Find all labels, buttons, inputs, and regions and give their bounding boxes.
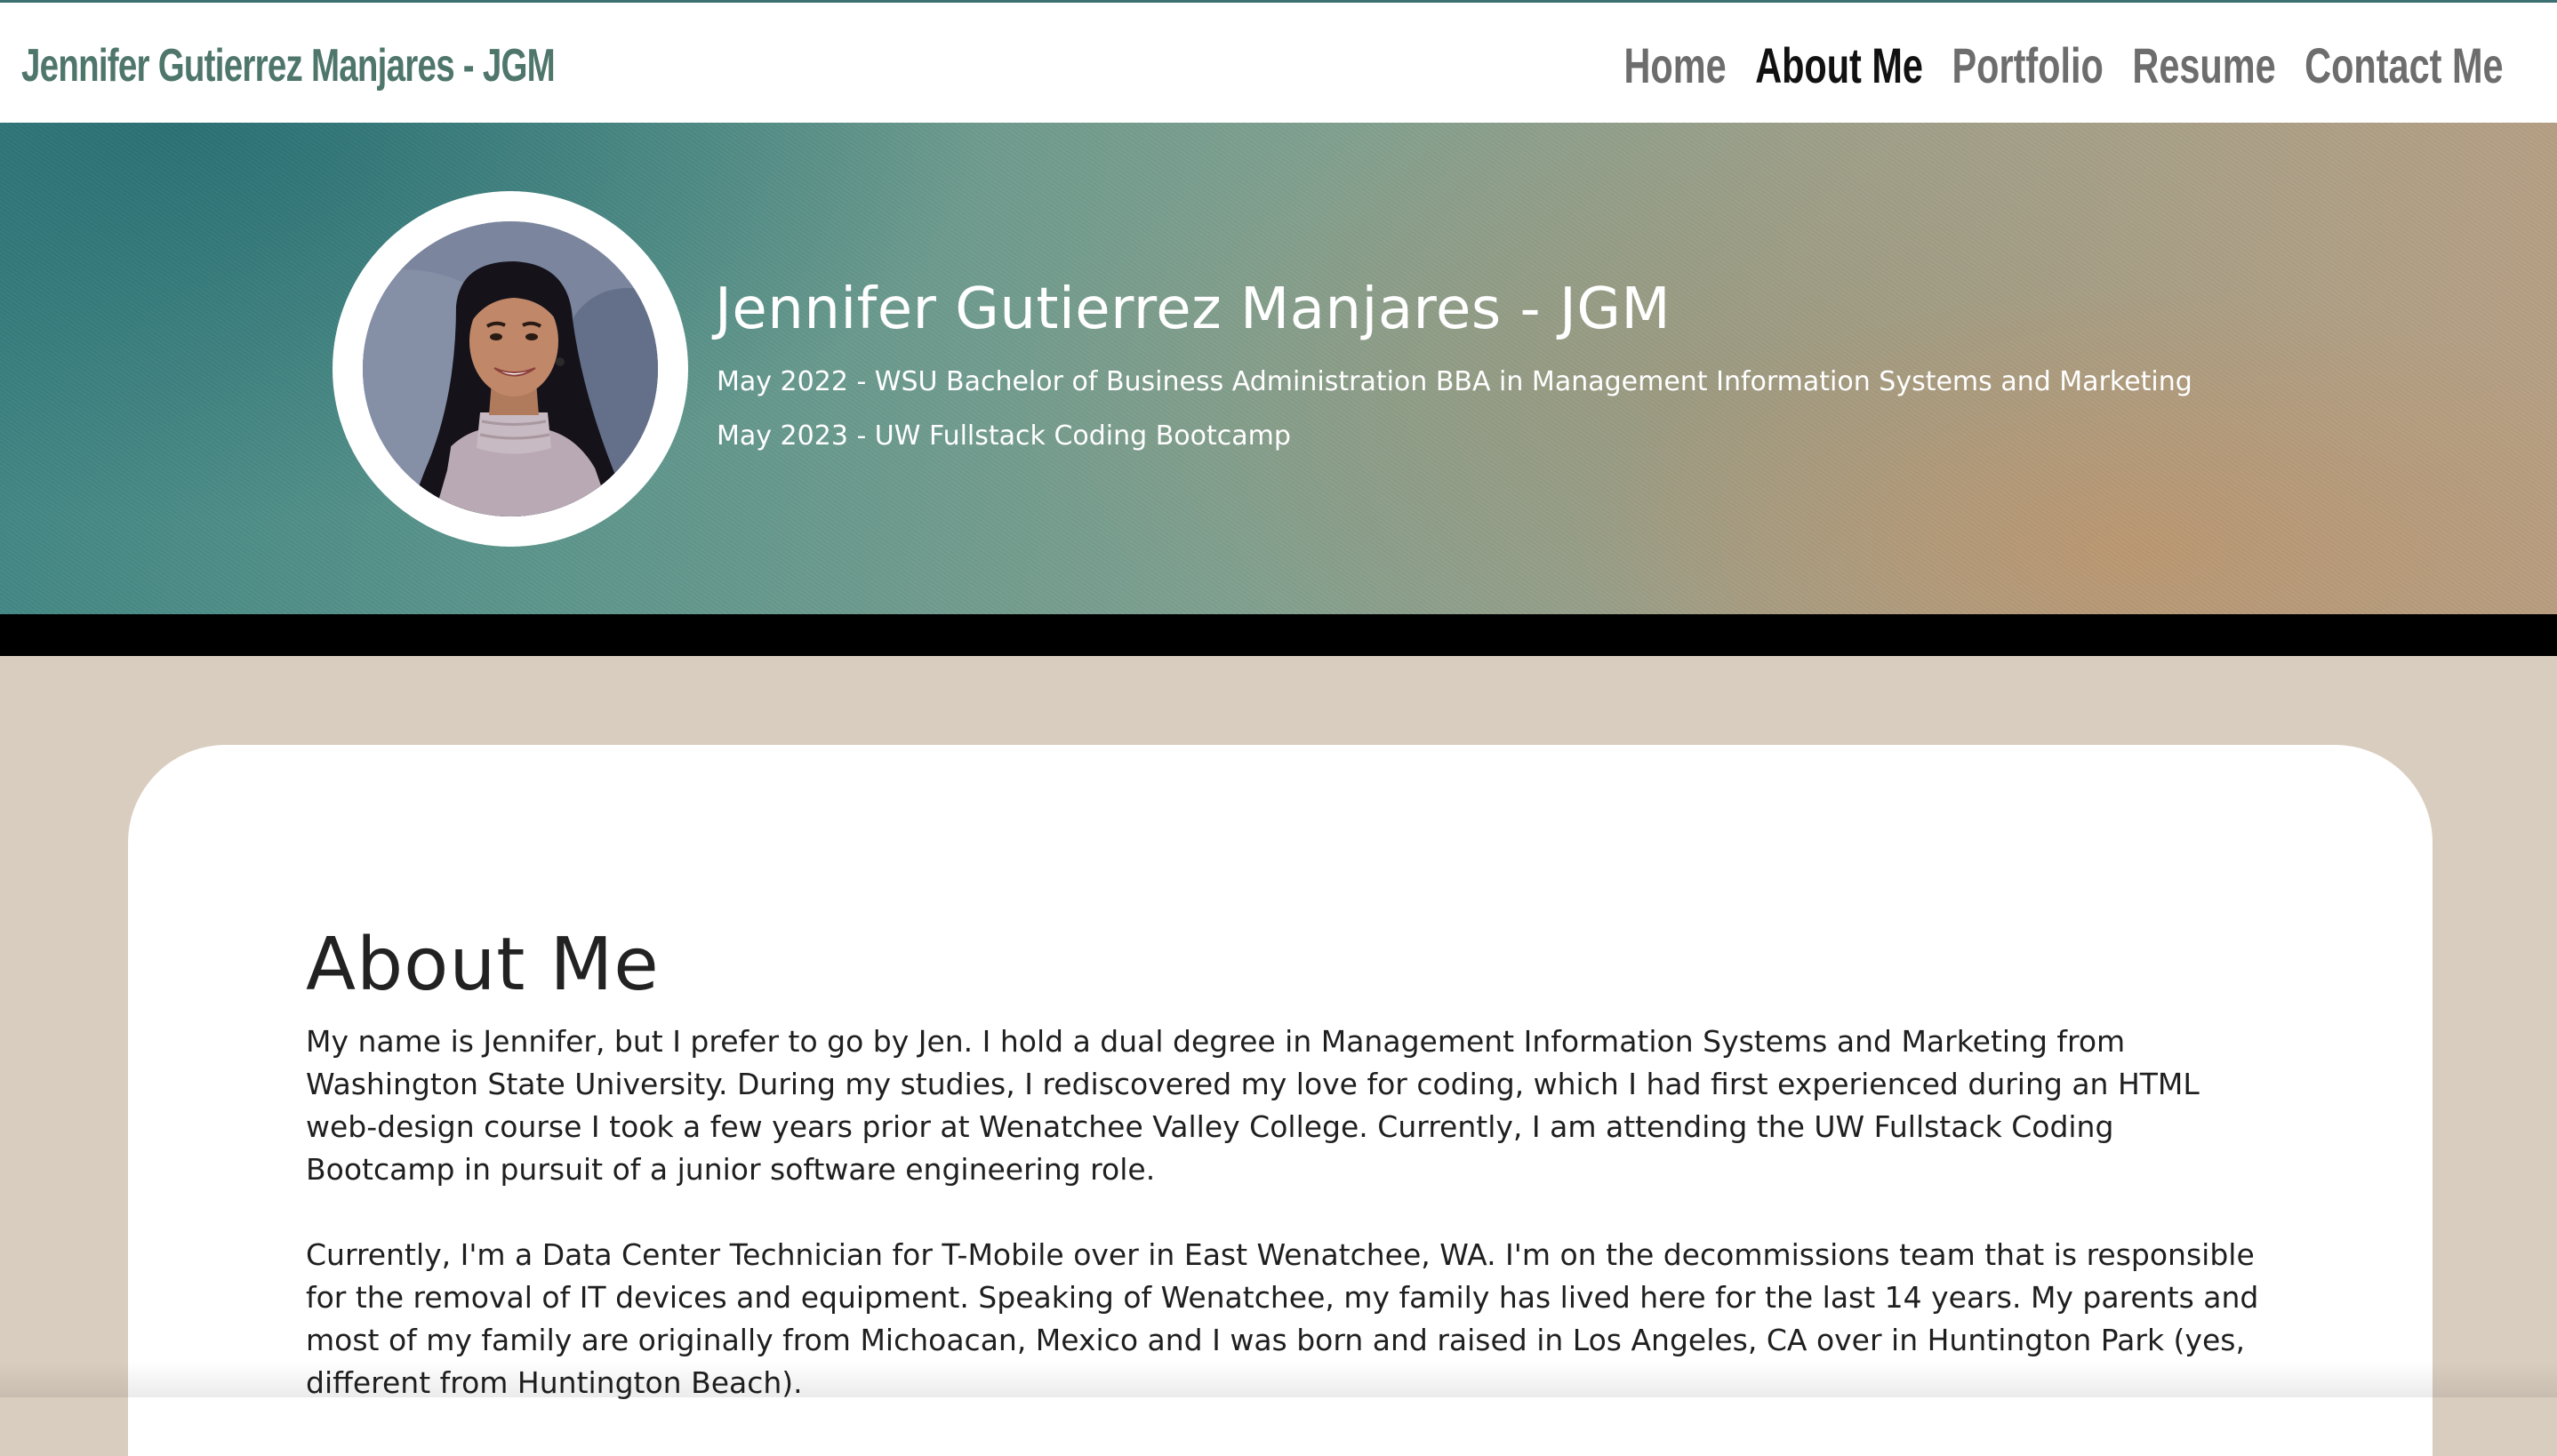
nav-about-me[interactable]: About Me: [1756, 35, 1924, 97]
nav-home[interactable]: Home: [1624, 35, 1727, 97]
site-brand[interactable]: Jennifer Gutierrez Manjares - JGM: [21, 35, 555, 97]
main-nav: Home About Me Portfolio Resume Contact M…: [1595, 35, 2504, 97]
divider-strip: [0, 614, 2557, 656]
hero-banner: Jennifer Gutierrez Manjares - JGM May 20…: [0, 123, 2557, 614]
top-navbar: Jennifer Gutierrez Manjares - JGM Home A…: [0, 0, 2557, 123]
nav-portfolio[interactable]: Portfolio: [1952, 35, 2104, 97]
about-paragraph-1: My name is Jennifer, but I prefer to go …: [306, 1020, 2262, 1191]
about-card: About Me My name is Jennifer, but I pref…: [128, 745, 2433, 1456]
bottom-shadow: [0, 1362, 2557, 1397]
nav-resume[interactable]: Resume: [2133, 35, 2276, 97]
avatar: [363, 221, 658, 516]
hero-education-line: May 2022 - WSU Bachelor of Business Admi…: [717, 364, 2192, 400]
avatar-frame: [333, 191, 688, 547]
profile-photo-icon: [363, 221, 658, 516]
about-heading: About Me: [306, 921, 660, 1010]
hero-bootcamp-line: May 2023 - UW Fullstack Coding Bootcamp: [717, 419, 1291, 454]
hero-title: Jennifer Gutierrez Manjares - JGM: [715, 274, 1671, 345]
nav-contact-me[interactable]: Contact Me: [2305, 35, 2504, 97]
